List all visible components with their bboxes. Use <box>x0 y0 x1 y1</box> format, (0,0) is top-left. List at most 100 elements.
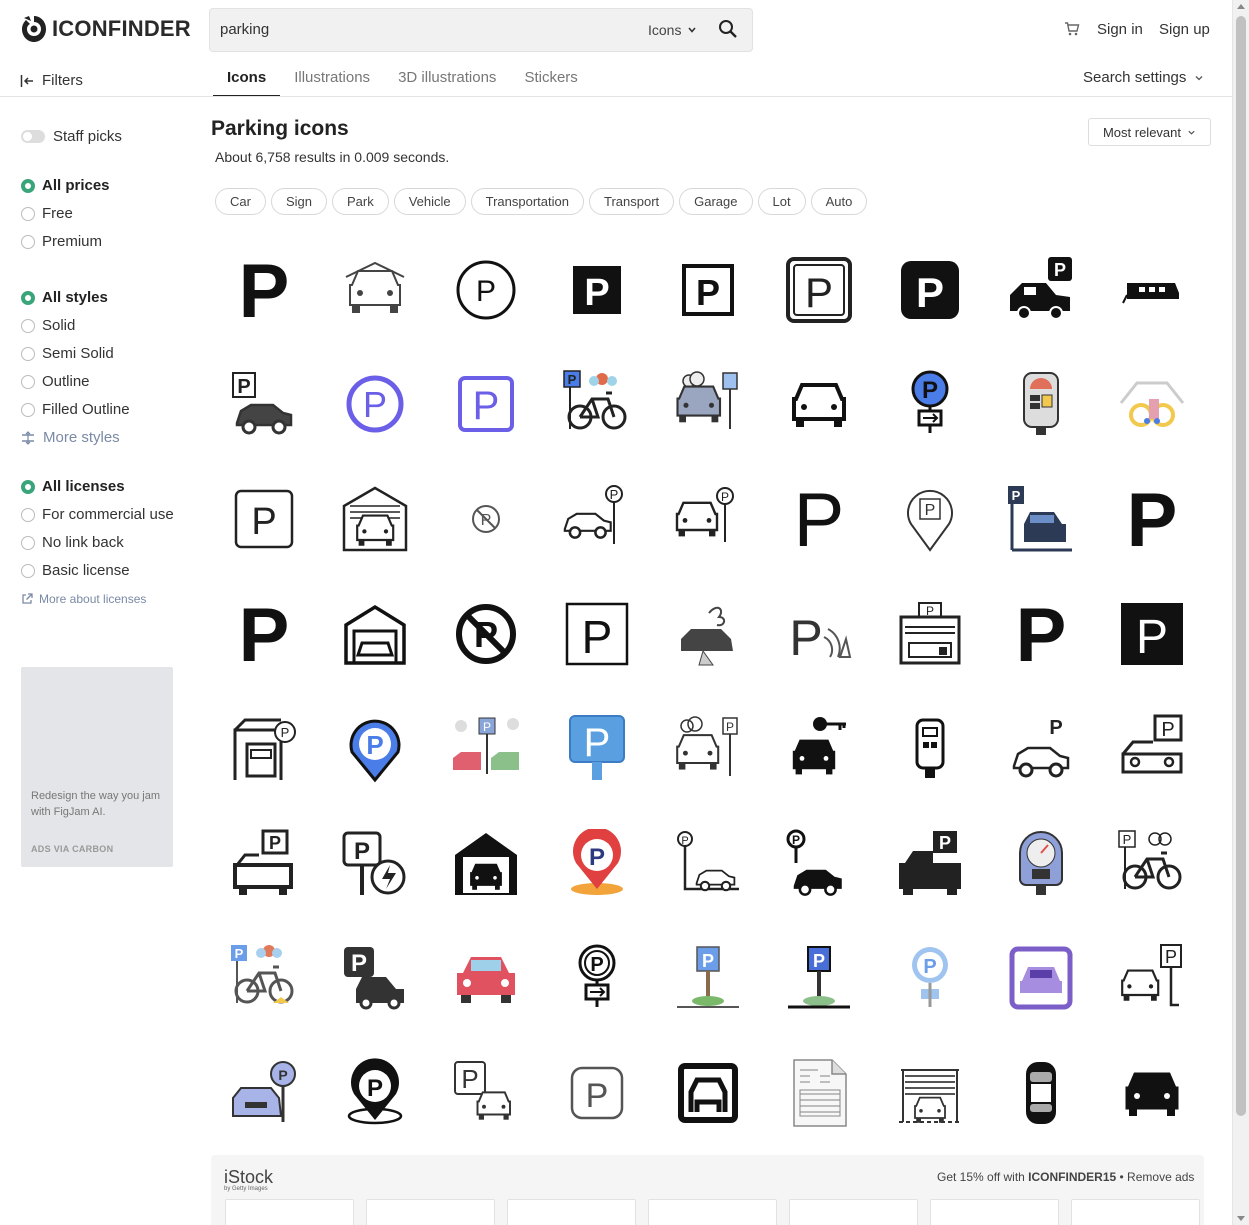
icon-result[interactable]: P <box>209 349 319 459</box>
sign-up-link[interactable]: Sign up <box>1159 21 1210 38</box>
tag-chip[interactable]: Park <box>331 188 389 215</box>
tag-chip[interactable]: Garage <box>679 188 753 215</box>
icon-result[interactable]: P <box>209 235 319 345</box>
icon-result[interactable]: P <box>320 923 430 1033</box>
icon-result[interactable]: P <box>653 694 763 804</box>
stock-thumbnail[interactable] <box>225 1199 354 1225</box>
icon-result[interactable]: P <box>986 235 1096 345</box>
icon-result[interactable]: P <box>320 349 430 459</box>
page-scrollbar[interactable] <box>1232 0 1249 1225</box>
tab-stickers[interactable]: Stickers <box>510 60 591 97</box>
icon-result[interactable]: P <box>764 579 874 689</box>
radio-all-styles[interactable]: All styles <box>21 289 108 306</box>
tab-illustrations[interactable]: Illustrations <box>280 60 384 97</box>
icon-result[interactable]: P <box>764 809 874 919</box>
icon-result[interactable]: P <box>209 464 319 574</box>
icon-result[interactable]: P <box>209 923 319 1033</box>
icon-result[interactable]: P <box>542 464 652 574</box>
icon-result[interactable]: P <box>431 349 541 459</box>
filters-toggle[interactable]: Filters <box>20 72 83 89</box>
search-input[interactable] <box>220 21 600 38</box>
more-styles-link[interactable]: More styles <box>21 429 120 446</box>
icon-result[interactable]: P <box>1097 809 1207 919</box>
icon-result[interactable] <box>653 1038 763 1148</box>
icon-result[interactable]: P <box>764 235 874 345</box>
icon-result[interactable]: P <box>986 579 1096 689</box>
icon-result[interactable]: P <box>653 923 763 1033</box>
icon-result[interactable]: P <box>653 235 763 345</box>
icon-result[interactable]: P <box>542 694 652 804</box>
radio-outline[interactable]: Outline <box>21 373 90 390</box>
icon-result[interactable] <box>986 809 1096 919</box>
tag-chip[interactable]: Sign <box>270 188 327 215</box>
icon-result[interactable]: P <box>764 464 874 574</box>
icon-result[interactable]: P <box>653 464 763 574</box>
radio-solid[interactable]: Solid <box>21 317 75 334</box>
search-type-select[interactable]: Icons <box>648 22 697 38</box>
icon-result[interactable]: P <box>875 235 985 345</box>
icon-result[interactable]: P <box>209 1038 319 1148</box>
radio-all-prices[interactable]: All prices <box>21 177 110 194</box>
icon-result[interactable] <box>653 349 763 459</box>
sort-dropdown[interactable]: Most relevant <box>1088 118 1211 146</box>
icon-result[interactable] <box>320 579 430 689</box>
icon-result[interactable]: P <box>431 694 541 804</box>
radio-no-link-back[interactable]: No link back <box>21 534 124 551</box>
radio-basic-license[interactable]: Basic license <box>21 562 130 579</box>
radio-premium[interactable]: Premium <box>21 233 102 250</box>
stock-thumbnail[interactable] <box>930 1199 1059 1225</box>
icon-result[interactable]: P <box>431 579 541 689</box>
icon-result[interactable]: P <box>209 694 319 804</box>
icon-result[interactable]: P <box>431 1038 541 1148</box>
icon-result[interactable]: P <box>209 809 319 919</box>
icon-result[interactable]: P <box>542 235 652 345</box>
icon-result[interactable] <box>653 579 763 689</box>
search-button[interactable] <box>718 19 738 44</box>
icon-result[interactable]: P <box>542 923 652 1033</box>
radio-all-licenses[interactable]: All licenses <box>21 478 125 495</box>
icon-result[interactable]: P <box>320 1038 430 1148</box>
icon-result[interactable] <box>986 349 1096 459</box>
staff-picks-toggle[interactable] <box>21 130 45 143</box>
ad-via-label[interactable]: ADS VIA CARBON <box>31 844 113 854</box>
icon-result[interactable] <box>431 923 541 1033</box>
remove-ads-link[interactable]: • Remove ads <box>1116 1170 1195 1184</box>
icon-result[interactable] <box>320 464 430 574</box>
stock-thumbnail[interactable] <box>507 1199 636 1225</box>
icon-result[interactable]: P <box>542 579 652 689</box>
icon-result[interactable] <box>1097 235 1207 345</box>
tag-chip[interactable]: Auto <box>810 188 868 215</box>
icon-result[interactable]: P <box>209 579 319 689</box>
icon-result[interactable] <box>320 235 430 345</box>
radio-commercial-use[interactable]: For commercial use <box>21 506 174 523</box>
icon-result[interactable]: P <box>875 809 985 919</box>
cart-button[interactable] <box>1064 22 1080 41</box>
icon-result[interactable] <box>986 923 1096 1033</box>
icon-result[interactable]: P <box>542 809 652 919</box>
sign-in-link[interactable]: Sign in <box>1097 21 1143 38</box>
search-settings-dropdown[interactable]: Search settings <box>1083 69 1204 86</box>
icon-result[interactable]: P <box>875 349 985 459</box>
icon-result[interactable]: P <box>1097 464 1207 574</box>
tag-chip[interactable]: Car <box>215 188 266 215</box>
icon-result[interactable] <box>764 694 874 804</box>
radio-filled-outline[interactable]: Filled Outline <box>21 401 130 418</box>
icon-result[interactable] <box>1097 1038 1207 1148</box>
icon-result[interactable]: P <box>1097 694 1207 804</box>
scroll-thumb[interactable] <box>1236 16 1246 1116</box>
icon-result[interactable] <box>875 694 985 804</box>
stock-thumbnail[interactable] <box>366 1199 495 1225</box>
scroll-up-arrow[interactable] <box>1237 4 1245 9</box>
carbon-ad[interactable]: Redesign the way you jam with FigJam AI.… <box>21 667 173 867</box>
scroll-down-arrow[interactable] <box>1237 1216 1245 1221</box>
icon-result[interactable]: P <box>320 809 430 919</box>
icon-result[interactable] <box>986 1038 1096 1148</box>
stock-thumbnail[interactable] <box>789 1199 918 1225</box>
radio-semi-solid[interactable]: Semi Solid <box>21 345 114 362</box>
icon-result[interactable] <box>1097 349 1207 459</box>
stock-thumbnail[interactable] <box>1071 1199 1200 1225</box>
icon-result[interactable]: P <box>320 694 430 804</box>
icon-result[interactable]: P <box>542 349 652 459</box>
icon-result[interactable]: P <box>542 1038 652 1148</box>
icon-result[interactable]: P <box>1097 923 1207 1033</box>
